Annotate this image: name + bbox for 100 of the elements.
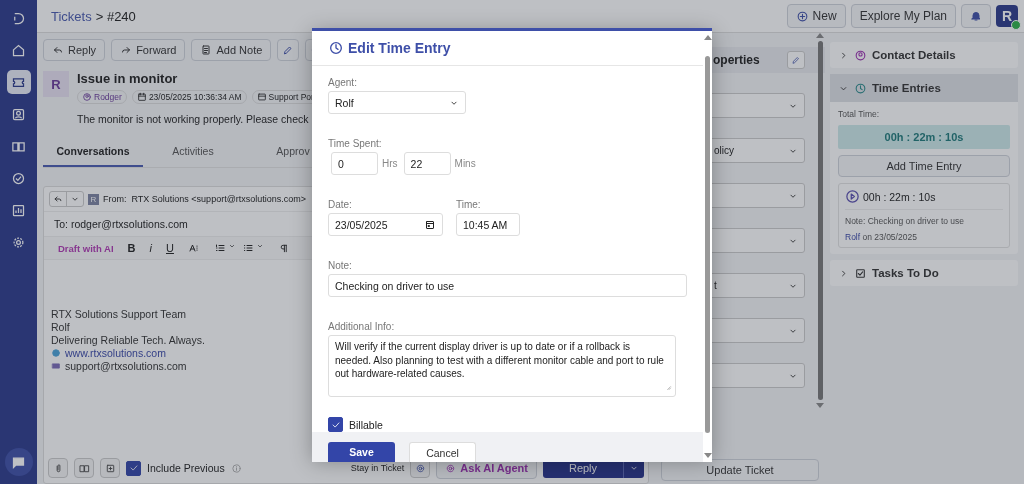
person-icon <box>82 92 92 102</box>
window-icon <box>256 92 267 102</box>
unit-label: Mins <box>454 158 476 169</box>
caret-icon <box>227 242 236 250</box>
field-label: Note: <box>328 260 353 271</box>
ticket-description: The monitor is not working properly. Please check <box>77 113 310 125</box>
field-label: Date: <box>328 199 353 210</box>
section-title: Time Entries <box>872 82 941 94</box>
section-header[interactable]: Time Entries <box>830 74 1018 102</box>
dialog-title: Edit Time Entry <box>348 40 451 56</box>
add-box-icon <box>104 462 116 474</box>
contact-card-icon <box>11 106 26 122</box>
clock-icon <box>328 40 344 56</box>
contact-icon <box>854 48 867 62</box>
total-time-label: Total Time: <box>838 109 881 119</box>
section-header[interactable]: Contact Details <box>830 42 1018 68</box>
from-line: From: RTX Solutions <support@rtxsolutions.com> <box>103 194 307 204</box>
requester-avatar: R <box>43 71 69 97</box>
format-button[interactable]: U <box>166 242 174 254</box>
forward-button[interactable]: Forward <box>111 39 186 61</box>
chart-icon <box>11 202 26 218</box>
plan-button[interactable]: Explore My Plan <box>850 4 956 28</box>
field-label: Agent: <box>328 77 358 88</box>
minutes-field[interactable]: 22 <box>403 152 451 175</box>
globe-icon <box>51 348 61 358</box>
scrollbar[interactable] <box>703 31 712 462</box>
additional-info-field[interactable]: Will verify if the current display driver is up to date or if a rollback is needed. Also planning to test with a different monitor cable and port to rule out hardware-related causes. <box>328 335 676 397</box>
info-icon <box>230 462 242 474</box>
caret-icon <box>255 242 264 250</box>
attach-button[interactable] <box>48 458 68 478</box>
checkmark-icon <box>330 419 341 430</box>
format-button[interactable]: i <box>149 242 152 254</box>
section-header[interactable]: Tasks To Do <box>830 260 1018 286</box>
pencil-icon <box>791 55 801 65</box>
sender-avatar: R <box>88 193 99 205</box>
signature-line: Delivering Reliable Tech. Always. <box>51 334 205 346</box>
settings-icon <box>11 234 26 250</box>
bell-icon <box>970 10 982 22</box>
cancel-button[interactable]: Cancel <box>409 442 476 462</box>
reply-mode-dropdown[interactable] <box>49 191 84 207</box>
signature-line: RTX Solutions Support Team <box>51 308 187 320</box>
tab[interactable]: Conversations <box>43 137 143 167</box>
forward-arrow-icon <box>120 44 133 56</box>
website-link[interactable]: www.rtxsolutions.com <box>65 347 166 359</box>
tab[interactable]: Activities <box>143 137 243 167</box>
include-previous-checkbox[interactable] <box>126 460 141 476</box>
reply-arrow-icon <box>53 194 63 204</box>
text-size-icon <box>187 242 200 254</box>
time-field[interactable]: 10:45 AM <box>456 213 520 236</box>
nav-button[interactable] <box>6 70 31 94</box>
numbered-list-icon <box>213 242 226 254</box>
logo-icon <box>11 10 26 26</box>
entry-author: Rolf on 23/05/2025 <box>845 232 918 242</box>
knowledge-button[interactable] <box>74 458 94 478</box>
save-button[interactable]: Save <box>328 442 395 462</box>
edit-button[interactable] <box>787 51 805 69</box>
home-icon <box>11 42 26 58</box>
pencil-icon <box>282 44 295 56</box>
field-label: Time Spent: <box>328 138 383 149</box>
notifications-button[interactable] <box>961 4 991 28</box>
update-ticket-button[interactable]: Update Ticket <box>661 459 819 481</box>
mail-icon <box>51 361 61 371</box>
gear-icon <box>414 462 426 474</box>
plus-circle-icon <box>795 9 809 23</box>
stay-in-ticket-label: Stay in Ticket <box>350 463 405 473</box>
reply-button[interactable]: Reply <box>43 39 106 61</box>
signature-email: support@rtxsolutions.com <box>65 360 187 372</box>
calendar-icon <box>424 218 436 231</box>
entry-note: Note: Checking on driver to use <box>845 216 966 226</box>
signature-line: Rolf <box>51 321 70 333</box>
billable-checkbox[interactable] <box>328 417 343 432</box>
checkmark-icon <box>128 463 139 473</box>
clipboard-icon <box>200 44 213 56</box>
total-time-value: 00h : 22m : 10s <box>838 125 1010 149</box>
hours-field[interactable]: 0 <box>331 152 378 175</box>
new-button[interactable]: New <box>786 4 846 28</box>
agent-select[interactable]: Rolf <box>328 91 466 114</box>
breadcrumb-link[interactable]: Tickets <box>51 8 92 24</box>
draft-with-ai-button[interactable]: Draft with AI <box>58 242 114 254</box>
ticket-subject: Issue in monitor <box>77 71 178 86</box>
panel-title: operties <box>713 53 761 67</box>
check-circle-icon <box>11 170 26 186</box>
bullet-list-icon <box>241 242 254 254</box>
note-button[interactable]: Add Note <box>191 39 272 61</box>
insert-button[interactable] <box>100 458 120 478</box>
include-previous-label: Include Previous <box>147 462 225 474</box>
reply-arrow-icon <box>52 44 64 56</box>
clock-icon <box>854 81 867 95</box>
section-title: Tasks To Do <box>872 267 939 279</box>
field-label: Time: <box>456 199 482 210</box>
nav-button[interactable] <box>4 448 33 476</box>
entry-duration: 00h : 22m : 10s <box>863 190 936 203</box>
note-field[interactable]: Checking on driver to use <box>328 274 687 297</box>
scrollbar[interactable] <box>817 33 823 408</box>
format-button[interactable]: B <box>127 242 136 254</box>
breadcrumb-current: > #240 <box>95 8 136 24</box>
date-field[interactable]: 23/05/2025 <box>328 213 443 236</box>
add-time-entry-button[interactable]: Add Time Entry <box>838 155 1010 177</box>
field-label: Additional Info: <box>328 321 396 332</box>
user-avatar[interactable]: R <box>996 5 1018 27</box>
